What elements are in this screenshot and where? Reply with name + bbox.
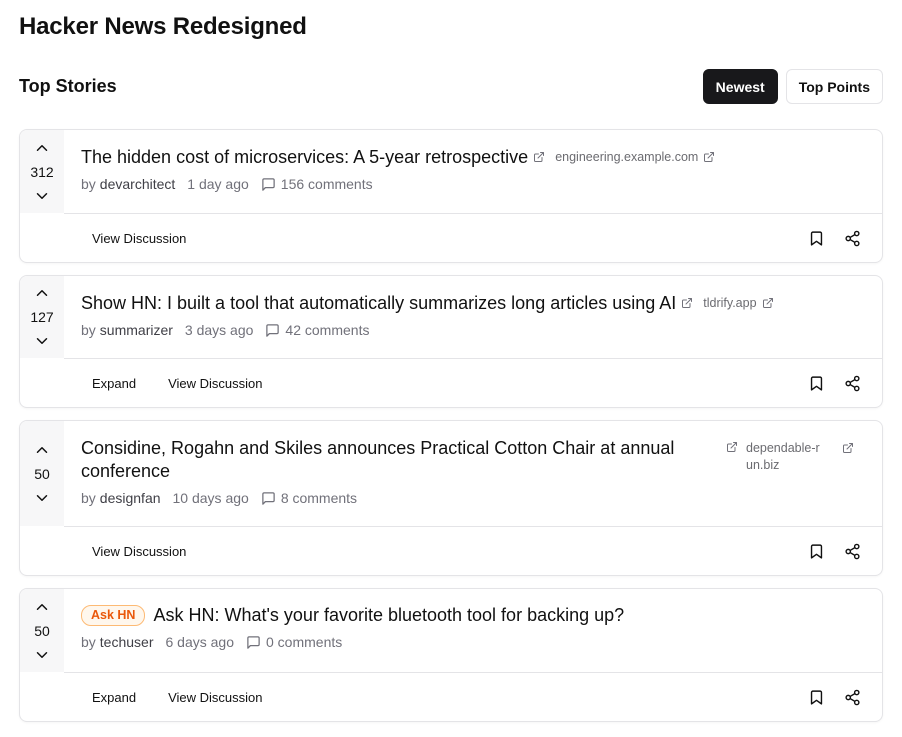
story-title-link[interactable]: Considine, Rogahn and Skiles announces P… xyxy=(81,437,721,483)
story-age: 3 days ago xyxy=(184,322,254,338)
comments-count: 42 comments xyxy=(285,322,370,338)
vote-column: 127 xyxy=(20,276,64,358)
sort-top-points-button[interactable]: Top Points xyxy=(785,69,883,104)
section-title: Top Stories xyxy=(19,76,117,96)
story-footer: Expand View Discussion xyxy=(64,672,882,721)
vote-column: 312 xyxy=(20,130,64,213)
story-title: Ask HN: What's your favorite bluetooth t… xyxy=(153,605,625,625)
points-count: 50 xyxy=(34,622,50,639)
story-meta: by designfan 10 days ago 8 comments xyxy=(81,490,862,506)
domain-text: engineering.example.com xyxy=(555,150,699,164)
view-discussion-button[interactable]: View Discussion xyxy=(78,225,200,252)
expand-button[interactable]: Expand xyxy=(78,370,150,397)
view-discussion-button[interactable]: View Discussion xyxy=(154,370,276,397)
story-title-link[interactable]: Ask HN: What's your favorite bluetooth t… xyxy=(153,604,624,627)
points-count: 312 xyxy=(30,163,54,180)
bookmark-icon[interactable] xyxy=(806,687,826,707)
story-age: 1 day ago xyxy=(187,176,249,192)
bookmark-icon[interactable] xyxy=(806,541,826,561)
external-link-icon xyxy=(726,441,738,453)
by-label: by xyxy=(81,322,96,338)
external-link-icon xyxy=(681,297,693,309)
story-footer: View Discussion xyxy=(64,213,882,262)
expand-button[interactable]: Expand xyxy=(78,684,150,711)
bookmark-icon[interactable] xyxy=(806,373,826,393)
downvote-chevron-down-icon[interactable] xyxy=(30,643,54,667)
story-card: 312 The hidden cost of microservices: A … xyxy=(19,129,883,263)
by-label: by xyxy=(81,490,96,506)
by-label: by xyxy=(81,634,96,650)
view-discussion-button[interactable]: View Discussion xyxy=(78,538,200,565)
comment-icon xyxy=(261,177,276,192)
share-icon[interactable] xyxy=(842,228,862,248)
external-link-icon xyxy=(842,442,854,454)
story-title: The hidden cost of microservices: A 5-ye… xyxy=(81,147,529,167)
story-meta: by devarchitect 1 day ago 156 comments xyxy=(81,176,862,192)
author-link[interactable]: devarchitect xyxy=(100,176,175,192)
by-label: by xyxy=(81,176,96,192)
story-title-link[interactable]: Show HN: I built a tool that automatical… xyxy=(81,292,693,315)
comments-link[interactable]: 8 comments xyxy=(261,490,357,506)
story-card: 50 Considine, Rogahn and Skiles announce… xyxy=(19,420,883,576)
downvote-chevron-down-icon[interactable] xyxy=(30,486,54,510)
story-age: 6 days ago xyxy=(165,634,235,650)
story-domain[interactable]: engineering.example.com xyxy=(555,146,715,166)
vote-column: 50 xyxy=(20,421,64,526)
story-meta: by summarizer 3 days ago 42 comments xyxy=(81,322,862,338)
story-title: Show HN: I built a tool that automatical… xyxy=(81,293,677,313)
comments-count: 0 comments xyxy=(266,634,343,650)
upvote-chevron-up-icon[interactable] xyxy=(30,281,54,305)
share-icon[interactable] xyxy=(842,541,862,561)
app-title: Hacker News Redesigned xyxy=(19,13,307,40)
comment-icon xyxy=(261,491,276,506)
story-footer: View Discussion xyxy=(64,526,882,575)
story-domain[interactable]: tldrify.app xyxy=(703,292,773,312)
story-age: 10 days ago xyxy=(172,490,249,506)
vote-column: 50 xyxy=(20,589,64,672)
downvote-chevron-down-icon[interactable] xyxy=(30,329,54,353)
upvote-chevron-up-icon[interactable] xyxy=(30,136,54,160)
sort-newest-button[interactable]: Newest xyxy=(702,69,778,104)
story-title: Considine, Rogahn and Skiles announces P… xyxy=(81,438,675,481)
story-meta: by techuser 6 days ago 0 comments xyxy=(81,634,862,650)
external-link-icon xyxy=(703,151,715,163)
share-icon[interactable] xyxy=(842,687,862,707)
author-link[interactable]: designfan xyxy=(100,490,161,506)
comment-icon xyxy=(246,635,261,650)
comments-link[interactable]: 0 comments xyxy=(246,634,342,650)
bookmark-icon[interactable] xyxy=(806,228,826,248)
comments-link[interactable]: 42 comments xyxy=(265,322,369,338)
external-link-icon xyxy=(533,151,545,163)
upvote-chevron-up-icon[interactable] xyxy=(30,595,54,619)
domain-text: dependable-run.biz xyxy=(746,441,820,472)
story-card: 50 Ask HN Ask HN: What's your favorite b… xyxy=(19,588,883,722)
comments-count: 156 comments xyxy=(280,176,373,192)
story-footer: Expand View Discussion xyxy=(64,358,882,407)
author-link[interactable]: techuser xyxy=(100,634,154,650)
domain-text: tldrify.app xyxy=(703,296,757,310)
share-icon[interactable] xyxy=(842,373,862,393)
view-discussion-button[interactable]: View Discussion xyxy=(154,684,276,711)
story-domain[interactable]: dependable-run.biz xyxy=(746,437,856,474)
story-card: 127 Show HN: I built a tool that automat… xyxy=(19,275,883,408)
external-link-icon xyxy=(762,297,774,309)
comments-count: 8 comments xyxy=(280,490,358,506)
points-count: 127 xyxy=(30,309,54,325)
downvote-chevron-down-icon[interactable] xyxy=(30,184,54,208)
comments-link[interactable]: 156 comments xyxy=(261,176,373,192)
points-count: 50 xyxy=(34,465,50,482)
comment-icon xyxy=(265,323,280,338)
story-title-link[interactable]: The hidden cost of microservices: A 5-ye… xyxy=(81,146,545,169)
upvote-chevron-up-icon[interactable] xyxy=(30,438,54,462)
sort-toggle-group: Newest Top Points xyxy=(702,69,883,104)
ask-hn-badge: Ask HN xyxy=(81,605,146,626)
author-link[interactable]: summarizer xyxy=(100,322,173,338)
